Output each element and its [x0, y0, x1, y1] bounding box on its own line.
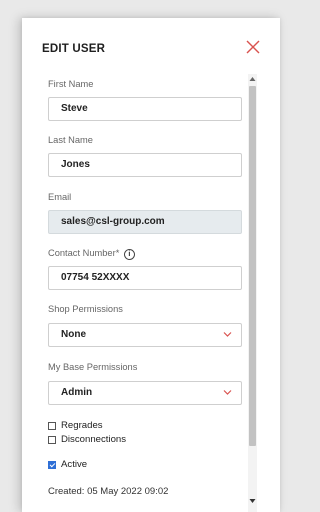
base-permissions-select[interactable]: Admin: [48, 381, 242, 405]
last-name-label: Last Name: [48, 135, 93, 145]
regrades-checkbox-row[interactable]: Regrades: [48, 420, 103, 431]
disconnections-checkbox-row[interactable]: Disconnections: [48, 434, 126, 445]
first-name-label: First Name: [48, 79, 94, 89]
scrollbar[interactable]: [248, 74, 257, 512]
disconnections-label: Disconnections: [61, 434, 127, 445]
contact-number-label-text: Contact Number*: [48, 248, 120, 258]
chevron-down-icon: [223, 332, 232, 337]
active-label: Active: [61, 459, 88, 470]
dialog-title: EDIT USER: [42, 43, 106, 55]
first-name-field[interactable]: Steve: [48, 97, 242, 121]
base-permissions-value: Admin: [61, 387, 93, 398]
disconnections-checkbox[interactable]: [48, 435, 56, 444]
regrades-label: Regrades: [61, 420, 103, 431]
email-label: Email: [48, 192, 72, 202]
info-icon[interactable]: i: [123, 249, 135, 260]
base-permissions-label: My Base Permissions: [48, 362, 138, 372]
contact-number-label: Contact Number* i: [48, 248, 135, 260]
shop-permissions-label: Shop Permissions: [48, 304, 123, 314]
contact-number-field[interactable]: 07754 52XXXX: [48, 266, 242, 290]
chevron-down-icon: [223, 390, 232, 395]
active-checkbox-row[interactable]: Active: [48, 459, 87, 470]
active-checkbox[interactable]: [48, 460, 56, 469]
close-icon[interactable]: [244, 38, 262, 56]
edit-user-panel: EDIT USER First Name Steve Last Name Jon…: [22, 18, 280, 512]
last-name-field[interactable]: Jones: [48, 153, 242, 177]
email-field: sales@csl-group.com: [48, 210, 242, 234]
created-timestamp: Created: 05 May 2022 09:02: [48, 486, 169, 497]
shop-permissions-value: None: [61, 329, 86, 340]
shop-permissions-select[interactable]: None: [48, 323, 242, 347]
scroll-down-arrow-icon[interactable]: [249, 498, 256, 504]
scrollbar-thumb[interactable]: [249, 86, 256, 446]
regrades-checkbox[interactable]: [48, 421, 56, 430]
scroll-up-arrow-icon[interactable]: [249, 76, 256, 82]
